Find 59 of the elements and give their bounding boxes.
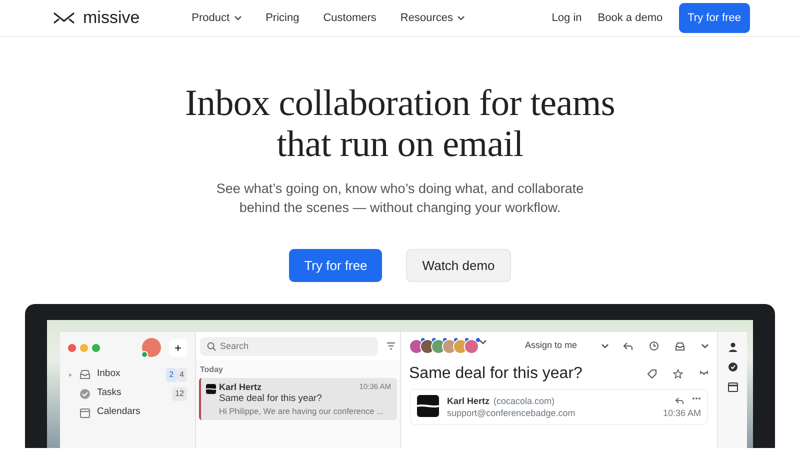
hero-title: Inbox collaboration for teams that run on email bbox=[184, 83, 616, 165]
sidebar-label: Inbox bbox=[97, 367, 122, 382]
count-badge: 12 bbox=[172, 386, 187, 400]
section-label: Today bbox=[199, 364, 224, 376]
compose-button[interactable]: + bbox=[169, 338, 187, 356]
reply-icon[interactable] bbox=[623, 342, 634, 350]
book-demo-link[interactable]: Book a demo bbox=[598, 10, 663, 26]
logo-icon bbox=[53, 12, 75, 24]
user-avatar[interactable] bbox=[142, 338, 161, 357]
participant-avatar[interactable] bbox=[409, 338, 424, 354]
person-icon[interactable] bbox=[728, 342, 738, 352]
star-icon[interactable] bbox=[673, 369, 684, 379]
sidebar-item[interactable]: Calendars bbox=[68, 403, 187, 422]
search-icon bbox=[207, 342, 216, 350]
nav-link[interactable]: Product bbox=[192, 10, 242, 26]
presence-dot bbox=[141, 351, 148, 358]
message-subject: Same deal for this year? bbox=[219, 393, 323, 405]
conversation-subject: Same deal for this year? bbox=[409, 364, 582, 384]
message-time: 10:36 AM bbox=[663, 407, 702, 419]
count-badge: 2 bbox=[166, 368, 177, 382]
sidebar-item[interactable]: Inbox 2 4 bbox=[68, 365, 187, 384]
sidebar-item[interactable]: Tasks 12 bbox=[68, 384, 187, 403]
participant-avatar[interactable] bbox=[464, 338, 479, 354]
status-dot bbox=[476, 338, 480, 342]
login-link[interactable]: Log in bbox=[552, 10, 582, 26]
nav-link[interactable]: Pricing bbox=[266, 10, 300, 26]
nav-link[interactable]: Resources bbox=[400, 10, 465, 26]
tasks-icon bbox=[79, 388, 91, 400]
chevron-down-icon bbox=[601, 343, 610, 349]
sender-logo-icon bbox=[206, 384, 216, 394]
calendar-icon bbox=[79, 406, 91, 418]
sidebar-label: Tasks bbox=[97, 386, 122, 400]
count-badge: 4 bbox=[176, 368, 187, 382]
nav-link[interactable]: Customers bbox=[323, 10, 376, 26]
sender-logo-icon bbox=[417, 395, 439, 417]
sender-name: Karl Hertz bbox=[447, 395, 490, 407]
chevron-down-icon bbox=[701, 343, 710, 349]
clock-icon[interactable] bbox=[649, 341, 660, 351]
try-free-button[interactable]: Try for free bbox=[678, 2, 750, 34]
sender-email: support@conferencebadge.com bbox=[447, 407, 576, 419]
closed-eye-icon[interactable] bbox=[699, 369, 710, 377]
reply-icon[interactable] bbox=[675, 397, 684, 405]
hero-subtitle: See what’s going on, know who’s doing what, and collaborate behind the scenes — without changing your workflow. bbox=[215, 180, 585, 217]
inbox-icon bbox=[79, 368, 91, 380]
search-field[interactable]: Search bbox=[200, 336, 378, 356]
tag-icon[interactable] bbox=[647, 369, 658, 379]
more-icon[interactable] bbox=[692, 397, 702, 400]
sidebar-label: Calendars bbox=[97, 405, 142, 420]
sender-domain: (cocacola.com) bbox=[494, 395, 555, 407]
chevron-down-icon bbox=[479, 338, 487, 344]
sender-name: Karl Hertz bbox=[219, 381, 262, 393]
inbox-icon[interactable] bbox=[675, 342, 686, 350]
try-free-button[interactable]: Try for free bbox=[289, 249, 382, 282]
message-preview: Hi Philippe, We are having our conference ... bbox=[219, 405, 384, 417]
watch-demo-button[interactable]: Watch demo bbox=[406, 249, 511, 282]
check-circle-icon[interactable] bbox=[728, 362, 738, 372]
filter-icon[interactable] bbox=[386, 342, 396, 350]
calendar-icon[interactable] bbox=[728, 382, 738, 392]
brand-name[interactable]: missive bbox=[83, 5, 140, 31]
